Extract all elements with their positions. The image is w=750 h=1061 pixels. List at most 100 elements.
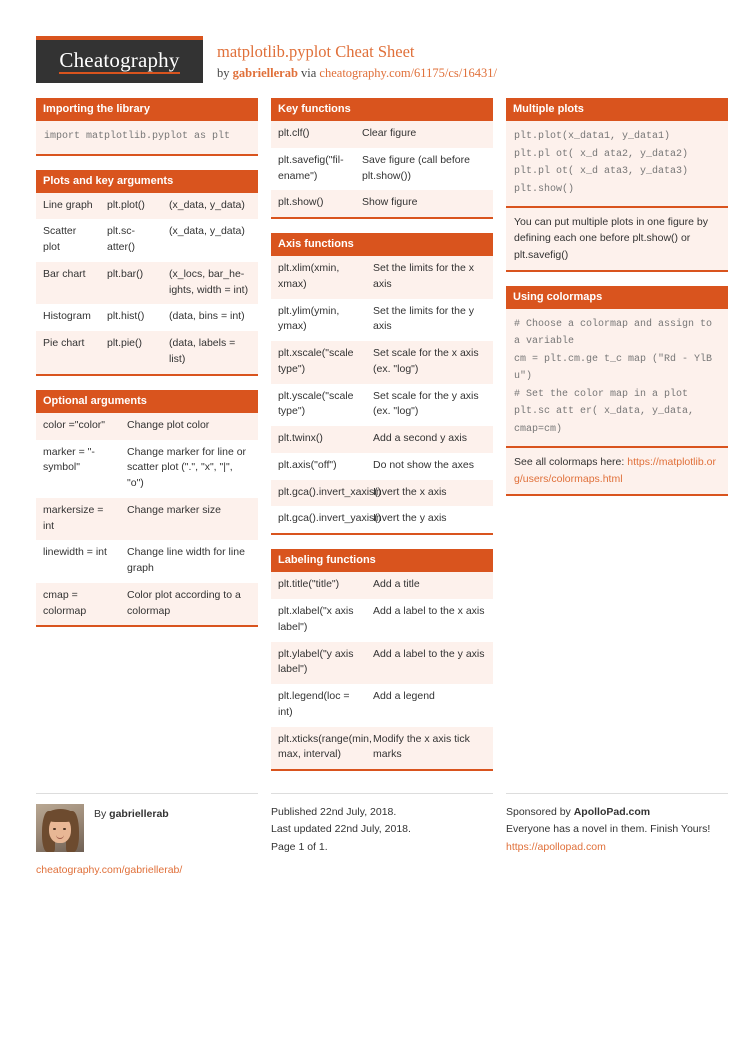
- cell-func: plt.twinx(): [278, 432, 323, 445]
- cell-name: Scatter plot: [43, 225, 77, 254]
- by-prefix: By: [94, 808, 110, 821]
- table-row: plt.savefig("fil­ename") Save figure (ca…: [271, 147, 493, 191]
- table-row: color ="co­lor" Change plot color: [36, 412, 258, 440]
- author-profile-link[interactable]: cheatography.com/gabriellerab/: [36, 864, 182, 876]
- table-row: Scatter plot plt.sc­atter() (x_data, y_d…: [36, 219, 258, 262]
- cell-func: plt.show(): [278, 196, 324, 209]
- sponsor-line: Sponsored by ApolloPad.com: [506, 804, 728, 821]
- cell-desc: Set the limits for the y axis: [373, 304, 474, 333]
- table-row: plt.ylim(ymin, ymax) Set the limits for …: [271, 298, 493, 342]
- cell-desc: Set scale for the y axis (ex. "log"): [373, 389, 479, 418]
- card-axis-functions: Axis functions plt.xlim(xmin, xmax) Set …: [271, 233, 493, 536]
- card-plots-and-key-arguments: Plots and key arguments Line graph plt.p…: [36, 169, 258, 376]
- card-using-colormaps: Using colormaps # Choose a colormap and …: [506, 285, 728, 497]
- published-date: Published 22nd July, 2018.: [271, 806, 397, 819]
- cheatsheet-columns: Importing the library import matplotlib.…: [36, 98, 728, 785]
- card-key-functions: Key functions plt.clf() Clear figure plt…: [271, 98, 493, 220]
- table-row: Line graph plt.plot() (x_data, y_data): [36, 192, 258, 220]
- sponsor-link[interactable]: https://apollopad.com: [506, 841, 606, 853]
- table-row: Bar chart plt.bar() (x_locs, bar_he­ight…: [36, 261, 258, 305]
- cell-desc: Add a title: [373, 578, 420, 591]
- logo-text: Cheatography: [59, 49, 180, 75]
- cell-func: plt.ylim(ymin, ymax): [278, 304, 340, 333]
- code-block: import matplotlib.pyplot as plt: [36, 121, 258, 154]
- cell-func: plt.gca().invert_yaxis(): [278, 512, 382, 525]
- author-byline: By gabriellerab: [94, 804, 169, 823]
- cell-name: Bar chart: [43, 267, 86, 280]
- cell-func: plt.bar(): [107, 267, 144, 280]
- cell-desc: Change line width for line graph: [127, 546, 245, 575]
- cell-name: Pie chart: [43, 337, 85, 350]
- table-row: markersize = int Change marker size: [36, 497, 258, 541]
- table-row: plt.yscale("scale type") Set scale for t…: [271, 383, 493, 427]
- sponsor-prefix: Sponsored by: [506, 806, 574, 819]
- cell-name: Histogram: [43, 310, 91, 323]
- card-labeling-functions: Labeling functions plt.title("title") Ad…: [271, 549, 493, 772]
- byline-prefix: by: [217, 65, 233, 80]
- card-title: Plots and key arguments: [36, 169, 258, 193]
- source-url-link[interactable]: cheatography.com/61175/cs/16431/: [319, 66, 497, 80]
- table-row: plt.axis("off") Do not show the axes: [271, 452, 493, 480]
- table-row: plt.xlim(xmin, xmax) Set the limits for …: [271, 256, 493, 299]
- footer-sponsor: Sponsored by ApolloPad.com Everyone has …: [506, 793, 728, 856]
- byline-via: via: [297, 65, 320, 80]
- table-row: plt.twinx() Add a second y axis: [271, 426, 493, 453]
- cheatsheet-page: Cheatography matplotlib.pyplot Cheat She…: [0, 0, 750, 879]
- cell-desc: Set scale for the x axis (ex. "log"): [373, 347, 479, 375]
- cell-func: plt.hist(): [107, 310, 145, 323]
- table-row: plt.xticks(range(min, max, interval) Mod…: [271, 726, 493, 770]
- cell-desc: Clear figure: [362, 127, 417, 140]
- table-row: plt.ylabel("y axis label") Add a label t…: [271, 641, 493, 685]
- code-block: plt.plot(x_data1, y_data1) plt.pl ot( x_…: [506, 121, 728, 207]
- cell-arg: markersize = int: [43, 503, 104, 532]
- page-footer: By gabriellerab cheatography.com/gabriel…: [36, 793, 728, 879]
- table: plt.clf() Clear figure plt.savefig("fil­…: [271, 121, 493, 218]
- card-title: Axis functions: [271, 233, 493, 257]
- cell-func: plt.legend(loc = int): [278, 690, 350, 718]
- table-row: plt.xlabel("x axis label") Add a label t…: [271, 599, 493, 642]
- table-row: marker = "-symbol" Change marker for lin…: [36, 439, 258, 498]
- cell-func: plt.axis("off"): [278, 458, 337, 471]
- byline: by gabriellerab via cheatography.com/611…: [217, 65, 497, 81]
- code-block: # Choose a colormap and assign to a vari…: [506, 308, 728, 447]
- cell-desc: Add a label to the y axis: [373, 647, 485, 660]
- card-title: Key functions: [271, 98, 493, 122]
- table-row: plt.title("title") Add a title: [271, 572, 493, 600]
- cell-desc: Add a legend: [373, 690, 435, 703]
- cell-func: plt.ylabel("y axis label"): [278, 647, 354, 676]
- page-number: Page 1 of 1.: [271, 840, 328, 853]
- card-optional-arguments: Optional arguments color ="co­lor" Chang…: [36, 389, 258, 628]
- card-title: Optional arguments: [36, 389, 258, 413]
- cell-arg: linewidth = int: [43, 546, 107, 559]
- cell-desc: Add a label to the x axis: [373, 605, 485, 618]
- cell-desc: Invert the y axis: [373, 512, 447, 525]
- cell-func: plt.savefig("fil­ename"): [278, 153, 344, 182]
- sponsor-name: ApolloPad.com: [573, 806, 651, 819]
- footer-publish-info: Published 22nd July, 2018. Last updated …: [271, 793, 493, 856]
- cell-desc: Set the limits for the x axis: [373, 262, 474, 290]
- cell-desc: Change plot color: [127, 418, 210, 431]
- cell-args: (data, bins = int): [169, 310, 245, 323]
- author-name[interactable]: gabriellerab: [233, 66, 298, 80]
- cell-func: plt.sc­atter(): [107, 225, 136, 254]
- cell-desc: Change marker size: [127, 503, 221, 516]
- card-importing-the-library: Importing the library import matplotlib.…: [36, 98, 258, 156]
- cell-desc: Color plot according to a colormap: [127, 588, 241, 617]
- cell-func: plt.clf(): [278, 127, 310, 140]
- footer-author: By gabriellerab cheatography.com/gabriel…: [36, 793, 258, 879]
- card-title: Using colormaps: [506, 285, 728, 309]
- updated-date: Last updated 22nd July, 2018.: [271, 823, 411, 836]
- card-multiple-plots: Multiple plots plt.plot(x_data1, y_data1…: [506, 98, 728, 272]
- author-name: gabriellerab: [109, 808, 169, 821]
- cell-arg: marker = "-symbol": [43, 445, 95, 474]
- title-block: matplotlib.pyplot Cheat Sheet by gabriel…: [217, 36, 497, 81]
- table-row: plt.legend(loc = int) Add a legend: [271, 684, 493, 727]
- cheatography-logo[interactable]: Cheatography: [36, 36, 203, 83]
- cell-desc: Modify the x axis tick marks: [373, 732, 470, 761]
- cell-func: plt.xlim(xmin, xmax): [278, 262, 340, 290]
- author-row: By gabriellerab: [36, 804, 258, 853]
- column-2: Key functions plt.clf() Clear figure plt…: [271, 98, 493, 785]
- page-title: matplotlib.pyplot Cheat Sheet: [217, 42, 415, 61]
- cell-func: plt.pie(): [107, 337, 143, 350]
- column-3: Multiple plots plt.plot(x_data1, y_data1…: [506, 98, 728, 510]
